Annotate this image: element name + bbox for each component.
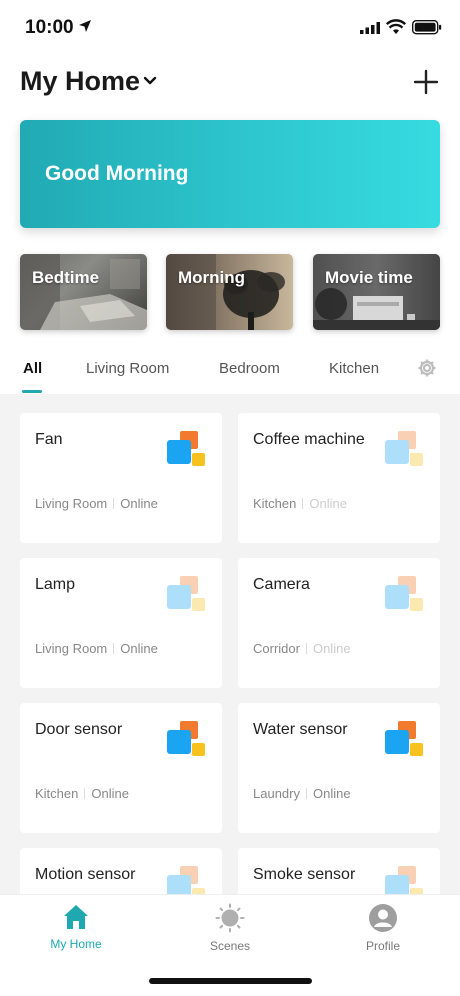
scene-card-morning[interactable]: Morning [166, 254, 293, 330]
nav-label: Scenes [209, 939, 251, 953]
meta-divider [113, 643, 115, 654]
device-room: Living Room [35, 641, 108, 656]
room-tabs: All Living Room Bedroom Kitchen [0, 352, 460, 394]
scene-label: Bedtime [32, 268, 100, 287]
device-card-coffee-machine[interactable]: Coffee machine Kitchen Online [238, 413, 440, 543]
tab-bedroom[interactable]: Bedroom [219, 360, 280, 377]
device-status: Online [312, 641, 351, 656]
device-icon [385, 866, 423, 894]
home-indicator [149, 978, 312, 984]
device-icon [167, 721, 205, 756]
scene-label: Morning [178, 268, 246, 287]
meta-divider [305, 788, 307, 799]
device-meta: Laundry Online [253, 786, 351, 801]
device-icon [167, 866, 205, 894]
device-room: Corridor [253, 641, 300, 656]
device-name: Fan [35, 431, 63, 448]
add-icon[interactable] [413, 69, 439, 95]
status-bar: 10:00 [0, 0, 460, 56]
meta-divider [84, 788, 86, 799]
meta-divider [305, 643, 307, 654]
person-icon [369, 904, 397, 932]
device-icon [167, 431, 205, 466]
nav-label: Profile [365, 939, 400, 953]
device-meta: Living Room Online [35, 496, 158, 511]
battery-icon [412, 20, 442, 35]
device-meta: Corridor Online [253, 641, 351, 656]
device-card-door-sensor[interactable]: Door sensor Kitchen Online [20, 703, 222, 833]
device-room: Laundry [253, 786, 300, 801]
device-icon [167, 576, 205, 611]
location-arrow-icon [79, 20, 91, 32]
greeting-text: Good Morning [45, 162, 189, 185]
greeting-banner: Good Morning [20, 120, 440, 228]
chevron-down-icon[interactable] [142, 75, 158, 87]
device-name: Lamp [35, 576, 76, 593]
plant-photo-image [166, 254, 285, 330]
device-icon [385, 431, 423, 466]
nav-profile[interactable]: Profile [323, 903, 443, 953]
device-room: Kitchen [253, 496, 297, 511]
device-room: Living Room [35, 496, 108, 511]
device-name: Door sensor [35, 721, 123, 738]
home-icon [64, 905, 88, 929]
meta-divider [113, 498, 115, 509]
scene-card-bedtime[interactable]: Bedtime [20, 254, 147, 330]
scene-card-movie-time[interactable]: Movie time [313, 254, 440, 330]
device-status: Online [91, 786, 129, 801]
device-status: Online [312, 786, 351, 801]
device-status: Online [120, 641, 158, 656]
device-card-motion-sensor[interactable]: Motion sensor [20, 848, 222, 894]
sun-icon [215, 903, 245, 933]
device-status: Online [120, 496, 158, 511]
device-name: Smoke sensor [253, 866, 356, 883]
device-icon [385, 576, 423, 611]
home-selector-title[interactable]: My Home [20, 66, 140, 97]
device-name: Camera [253, 576, 310, 593]
header: My Home [0, 64, 460, 104]
tab-kitchen[interactable]: Kitchen [329, 360, 379, 377]
tab-living-room[interactable]: Living Room [86, 360, 169, 377]
device-card-camera[interactable]: Camera Corridor Online [238, 558, 440, 688]
device-room: Kitchen [35, 786, 79, 801]
living-room-photo-image [313, 254, 440, 330]
active-tab-indicator [22, 390, 42, 393]
device-name: Coffee machine [253, 431, 365, 448]
wifi-icon [386, 19, 406, 34]
gear-icon[interactable] [417, 358, 437, 378]
device-grid: Fan Living Room Online Coffee machine Kit… [0, 394, 460, 894]
tab-all[interactable]: All [23, 360, 42, 377]
device-meta: Living Room Online [35, 641, 158, 656]
device-meta: Kitchen Online [35, 786, 129, 801]
cellular-signal-icon [360, 22, 380, 34]
device-icon [385, 721, 423, 756]
device-name: Water sensor [253, 721, 348, 738]
device-meta: Kitchen Online [253, 496, 347, 511]
device-card-water-sensor[interactable]: Water sensor Laundry Online [238, 703, 440, 833]
meta-divider [302, 498, 304, 509]
device-name: Motion sensor [35, 866, 136, 883]
nav-my-home[interactable]: My Home [16, 903, 136, 951]
status-time: 10:00 [25, 17, 74, 38]
device-card-smoke-sensor[interactable]: Smoke sensor [238, 848, 440, 894]
scene-label: Movie time [325, 268, 413, 287]
device-card-fan[interactable]: Fan Living Room Online [20, 413, 222, 543]
device-card-lamp[interactable]: Lamp Living Room Online [20, 558, 222, 688]
nav-label: My Home [50, 937, 102, 951]
bedroom-photo-image [20, 254, 147, 330]
nav-scenes[interactable]: Scenes [170, 903, 290, 953]
device-status: Online [309, 496, 347, 511]
